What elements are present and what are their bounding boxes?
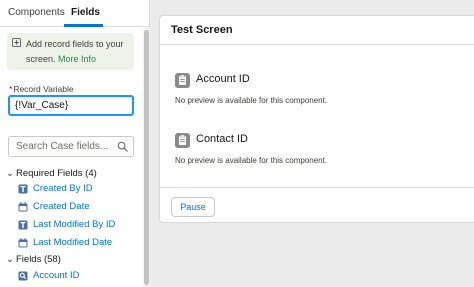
component-title: Account ID <box>196 73 250 85</box>
fields-header[interactable]: ⌄ Fields (58) <box>6 254 61 265</box>
component-note: No preview is available for this compone… <box>175 156 328 165</box>
pause-button[interactable]: Pause <box>171 197 215 217</box>
text-field-icon <box>18 220 28 230</box>
clipboard-icon <box>175 73 190 88</box>
more-info-link[interactable]: More Info <box>58 54 96 64</box>
tab-fields[interactable]: Fields <box>71 7 100 18</box>
footer-divider <box>160 187 474 188</box>
search-placeholder: Search Case fields... <box>16 141 109 152</box>
info-banner: Add record fields to your screen. More I… <box>7 33 134 70</box>
record-variable-label-text: Record Variable <box>13 84 74 94</box>
search-icon <box>117 141 128 152</box>
field-label: Account ID <box>33 270 80 281</box>
field-label: Last Modified Date <box>33 237 113 248</box>
record-variable-label: *Record Variable <box>9 84 74 94</box>
lookup-field-icon <box>18 271 28 281</box>
active-tab-indicator <box>64 24 103 27</box>
field-label: Created Date <box>33 201 90 212</box>
left-panel: Components Fields Add record fields to y… <box>0 0 150 287</box>
clipboard-icon <box>175 133 190 148</box>
required-fields-label: Required Fields (4) <box>16 168 97 179</box>
screen-canvas: Test Screen Account ID No preview is ava… <box>159 15 474 223</box>
fields-label: Fields (58) <box>16 254 61 265</box>
info-icon <box>12 38 21 47</box>
calendar-icon <box>18 202 28 212</box>
field-label: Created By ID <box>33 183 93 194</box>
chevron-down-icon: ⌄ <box>6 254 14 265</box>
scrollbar-thumb[interactable] <box>144 30 149 285</box>
component-title: Contact ID <box>196 133 248 145</box>
text-field-icon <box>18 184 28 194</box>
field-search[interactable]: Search Case fields... <box>8 136 134 157</box>
required-marker: * <box>9 84 13 94</box>
panel-tabs: Components Fields <box>0 0 150 27</box>
tab-components[interactable]: Components <box>8 7 65 18</box>
record-variable-input[interactable] <box>8 95 134 116</box>
field-label: Last Modified By ID <box>33 219 116 230</box>
chevron-down-icon: ⌄ <box>6 168 14 179</box>
calendar-icon <box>18 238 28 248</box>
info-text: Add record fields to your screen. More I… <box>26 37 132 67</box>
component-note: No preview is available for this compone… <box>175 96 328 105</box>
screen-title: Test Screen <box>171 24 233 36</box>
required-fields-header[interactable]: ⌄ Required Fields (4) <box>6 168 97 179</box>
title-divider <box>160 44 474 45</box>
